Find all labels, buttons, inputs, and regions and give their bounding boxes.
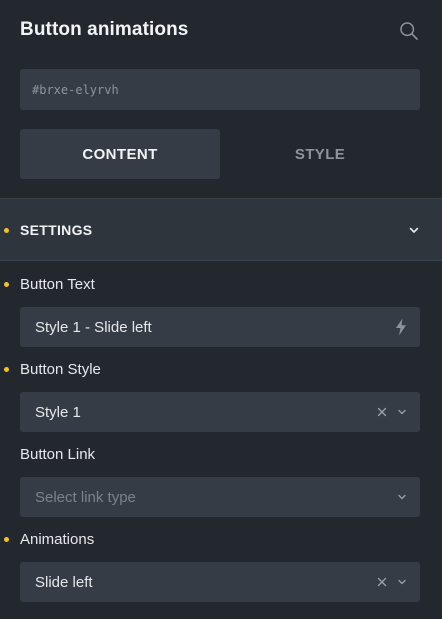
clear-x-icon [377, 407, 387, 417]
panel-header: Button animations [0, 0, 442, 60]
clear-button[interactable] [374, 562, 390, 602]
button-text-value: Style 1 - Slide left [35, 318, 152, 336]
button-style-value: Style 1 [35, 403, 81, 421]
panel-title: Button animations [20, 19, 189, 40]
button-text-field[interactable]: Style 1 - Slide left [20, 307, 420, 347]
animations-label: Animations [20, 531, 95, 548]
tab-content[interactable]: CONTENT [20, 129, 220, 179]
chevron-down-icon [409, 227, 419, 233]
dropdown-toggle[interactable] [394, 477, 410, 517]
settings-section-header[interactable]: SETTINGS [0, 198, 442, 261]
button-style-select[interactable]: Style 1 [20, 392, 420, 432]
changed-indicator-dot [4, 282, 9, 287]
button-link-select[interactable]: Select link type [20, 477, 420, 517]
panel-tabs: CONTENT STYLE [20, 129, 420, 179]
changed-indicator-dot [4, 367, 9, 372]
clear-button[interactable] [374, 392, 390, 432]
chevron-down-icon [398, 409, 406, 415]
dropdown-toggle[interactable] [394, 392, 410, 432]
search-icon [400, 22, 418, 40]
element-id-input[interactable] [32, 82, 420, 97]
button-link-placeholder: Select link type [35, 488, 136, 506]
search-button[interactable] [396, 18, 422, 44]
button-text-label: Button Text [20, 276, 95, 293]
button-style-label: Button Style [20, 361, 101, 378]
changed-indicator-dot [4, 228, 9, 233]
chevron-down-icon [398, 494, 406, 500]
section-label: SETTINGS [20, 222, 93, 238]
chevron-down-icon [398, 579, 406, 585]
dynamic-data-button[interactable] [392, 307, 410, 347]
animations-value: Slide left [35, 573, 93, 591]
dropdown-toggle[interactable] [394, 562, 410, 602]
dynamic-data-bolt-icon [396, 318, 406, 336]
builder-panel: Button animations CONTENT STYLE SETTINGS… [0, 0, 442, 619]
animations-select[interactable]: Slide left [20, 562, 420, 602]
changed-indicator-dot [4, 537, 9, 542]
clear-x-icon [377, 577, 387, 587]
button-link-label: Button Link [20, 446, 96, 463]
tab-style[interactable]: STYLE [220, 129, 420, 179]
element-id-field[interactable] [20, 69, 420, 110]
